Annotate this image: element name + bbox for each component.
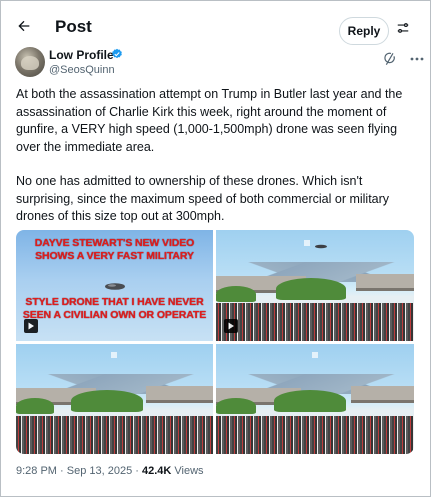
- post-meta: 9:28 PM · Sep 13, 2025 · 42.4K Views: [16, 465, 204, 477]
- trees-image: [216, 398, 256, 414]
- watermark-icon: [312, 352, 318, 358]
- media-tile[interactable]: DAYVE STEWART'S NEW VIDEO SHOWS A VERY F…: [16, 230, 213, 341]
- building-image: [351, 386, 414, 403]
- post-paragraph: No one has admitted to ownership of thes…: [16, 174, 390, 223]
- watermark-icon: [111, 352, 117, 358]
- post-time[interactable]: 9:28 PM: [16, 465, 57, 477]
- crowd-image: [16, 416, 213, 454]
- building-image: [356, 274, 414, 291]
- media-overlay-top: DAYVE STEWART'S NEW VIDEO SHOWS A VERY F…: [34, 237, 195, 262]
- building-image: [146, 386, 213, 403]
- back-arrow-icon: [18, 20, 30, 32]
- crowd-image: [216, 303, 414, 341]
- media-tile[interactable]: [216, 344, 414, 454]
- more-icon[interactable]: [409, 56, 425, 62]
- post-text: At both the assassination attempt on Tru…: [16, 86, 414, 226]
- post-paragraph: At both the assassination attempt on Tru…: [16, 87, 403, 154]
- back-button[interactable]: [13, 15, 35, 37]
- author-name[interactable]: Low Profile: [49, 48, 114, 62]
- play-button[interactable]: [24, 319, 38, 333]
- meta-separator: ·: [56, 465, 67, 477]
- post-date[interactable]: Sep 13, 2025: [67, 465, 132, 477]
- watermark-icon: [304, 240, 310, 246]
- play-icon: [228, 322, 234, 330]
- adjust-icon: [397, 23, 409, 33]
- media-tile[interactable]: [216, 230, 414, 341]
- reply-button[interactable]: Reply: [339, 17, 389, 45]
- verified-badge-icon: [112, 48, 122, 59]
- meta-separator: ·: [132, 465, 142, 477]
- views-count: 42.4K: [141, 465, 172, 477]
- adjust-button[interactable]: [393, 18, 413, 38]
- drone-image: [315, 244, 327, 249]
- trees-image: [274, 390, 346, 412]
- media-overlay-bottom: STYLE DRONE THAT I HAVE NEVER SEEN A CIV…: [22, 296, 207, 321]
- trees-image: [16, 398, 54, 414]
- post-author: Low Profile @SeosQuinn: [15, 47, 424, 81]
- trees-image: [71, 390, 143, 412]
- media-tile[interactable]: [16, 344, 213, 454]
- page-title: Post: [55, 17, 92, 36]
- avatar[interactable]: [15, 47, 45, 77]
- play-button[interactable]: [224, 319, 238, 333]
- author-handle[interactable]: @SeosQuinn: [49, 64, 115, 76]
- post-page: Post Reply Low Profile @SeosQuinn At bot…: [0, 0, 431, 497]
- drone-image: [105, 283, 125, 290]
- crowd-image: [216, 416, 414, 454]
- media-grid: DAYVE STEWART'S NEW VIDEO SHOWS A VERY F…: [16, 230, 414, 454]
- trees-image: [216, 286, 256, 302]
- play-icon: [28, 322, 34, 330]
- grok-icon[interactable]: [382, 51, 398, 67]
- trees-image: [276, 278, 346, 300]
- views-label: Views: [171, 465, 204, 477]
